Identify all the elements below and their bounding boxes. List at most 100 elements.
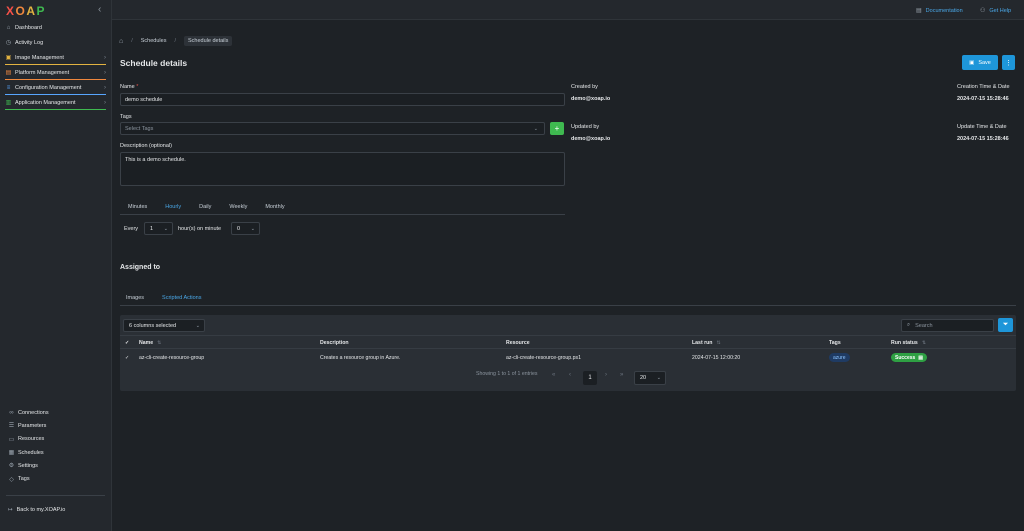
sort-icon: ⇅ [157,340,162,346]
sidebar-item-configuration-management[interactable]: ≡ Configuration Management › [0,80,112,95]
sidebar-item-activity-log[interactable]: ◷ Activity Log [0,35,112,50]
filter-button[interactable]: ⏷ [998,318,1013,332]
sort-icon: ⇅ [716,340,721,346]
save-button[interactable]: ▣ Save [962,55,998,70]
tags-select[interactable]: Select Tags ⌄ [120,122,545,135]
sidebar-item-tags[interactable]: ◇ Tags [0,472,112,485]
sidebar-item-label: Settings [18,462,38,469]
prev-page-icon[interactable]: ‹ [569,372,571,378]
columns-selected-label: 6 columns selected [129,322,177,329]
creation-time-label: Creation Time & Date [957,84,1010,90]
header-label: Description [320,340,349,346]
header-label: Run status [891,340,918,346]
documentation-link[interactable]: ▤ Documentation [916,7,963,15]
columns-select[interactable]: 6 columns selected ⌄ [123,319,205,332]
sidebar-item-label: Platform Management [15,69,70,76]
kebab-menu-icon: ⋮ [1005,59,1012,67]
minute-value: 0 [237,225,241,232]
sidebar-item-connections[interactable]: ∞ Connections [0,406,112,419]
log-icon[interactable]: ▤ [918,355,923,361]
chevron-down-icon: ⌄ [163,225,168,232]
save-icon: ▣ [969,59,975,66]
name-label: Name * [120,84,138,90]
chevron-down-icon: ⌄ [533,125,538,132]
help-icon: ⚇ [980,8,986,14]
description-label: Description (optional) [120,143,172,149]
more-options-button[interactable]: ⋮ [1002,55,1015,70]
creation-time-value: 2024-07-15 15:28:46 [957,96,1009,102]
sliders-icon: ≡ [6,84,11,91]
description-textarea[interactable]: This is a demo schedule. [120,152,565,186]
sort-icon: ⇅ [921,340,927,346]
sidebar-item-label: Image Management [15,54,64,61]
column-header-run-status[interactable]: Run status ⇅ [891,340,926,346]
get-help-label: Get Help [989,7,1012,14]
tab-monthly[interactable]: Monthly [256,200,293,214]
gear-icon: ⚙ [8,463,15,470]
tag-badge: azure [829,353,850,362]
sidebar-item-image-management[interactable]: ▣ Image Management › [0,50,112,65]
home-icon[interactable]: ⌂ [119,38,123,45]
sidebar-item-label: Parameters [18,422,47,429]
logo-letter: O [15,4,27,18]
sidebar-item-schedules[interactable]: ▦ Schedules [0,446,112,459]
update-time-label: Update Time & Date [957,124,1007,130]
last-page-icon[interactable]: » [620,372,623,378]
column-header-name[interactable]: Name ⇅ [139,340,162,346]
updated-by-label: Updated by [571,124,600,130]
page-size-select[interactable]: 20 ⌄ [634,371,666,385]
cell-name[interactable]: az-cli-create-resource-group [139,355,204,361]
tab-hourly[interactable]: Hourly [156,200,191,215]
next-page-icon[interactable]: › [605,372,607,378]
topbar: ▤ Documentation ⚇ Get Help [112,0,1024,20]
tab-scripted-actions[interactable]: Scripted Actions [153,291,211,306]
every-select[interactable]: 1 ⌄ [144,222,173,235]
sidebar-nav: ⌂ Dashboard ◷ Activity Log ▣ Image Manag… [0,20,112,110]
select-all-checkbox[interactable]: ✓ [125,340,129,346]
sidebar-item-platform-management[interactable]: ▤ Platform Management › [0,65,112,80]
header-divider [120,335,1016,336]
add-tag-button[interactable]: + [550,122,564,135]
column-header-last-run[interactable]: Last run ⇅ [692,340,721,346]
link-icon: ∞ [9,409,14,416]
chevron-down-icon: ⌄ [195,322,200,329]
row-checkbox[interactable]: ✓ [125,355,129,361]
collapse-sidebar-icon[interactable]: ‹ [98,4,101,15]
tab-weekly[interactable]: Weekly [220,200,256,214]
name-input[interactable]: demo schedule [120,93,565,106]
get-help-link[interactable]: ⚇ Get Help [980,7,1012,15]
list-icon: ☰ [8,423,15,430]
search-placeholder: Search [915,322,933,329]
frequency-tabs: Minutes Hourly Daily Weekly Monthly [119,200,294,215]
first-page-icon[interactable]: « [552,372,555,378]
tab-daily[interactable]: Daily [190,200,220,214]
chevron-right-icon: › [104,69,106,76]
name-value: demo schedule [125,96,163,103]
sidebar-item-settings[interactable]: ⚙ Settings [0,459,112,472]
sidebar-item-application-management[interactable]: ▥ Application Management › [0,95,112,110]
minute-label: hour(s) on minute [178,226,222,232]
current-page-button[interactable]: 1 [583,371,597,385]
image-icon: ▣ [5,55,12,61]
sidebar-item-dashboard[interactable]: ⌂ Dashboard [0,20,112,35]
logo-letter: P [36,4,47,18]
required-marker: * [136,84,139,90]
scripted-actions-table: 6 columns selected ⌄ ⌕ Search ⏷ ✓ Name ⇅ … [120,315,1016,391]
breadcrumb-schedules[interactable]: Schedules [141,38,167,44]
sidebar-item-label: Schedules [18,449,44,456]
filter-icon: ⏷ [1002,321,1009,328]
minute-select[interactable]: 0 ⌄ [231,222,260,235]
home-icon: ⌂ [6,24,11,31]
tab-images[interactable]: Images [117,291,153,305]
tab-minutes[interactable]: Minutes [119,200,156,214]
back-to-portal-link[interactable]: ↦ Back to my.XOAP.io [8,507,65,513]
xoap-logo[interactable]: XOAP [6,4,46,18]
sidebar-item-label: Dashboard [15,24,42,31]
back-label: Back to my.XOAP.io [16,507,66,513]
pagination-summary: Showing 1 to 1 of 1 entries [476,371,538,377]
sidebar-item-parameters[interactable]: ☰ Parameters [0,419,112,432]
sidebar-item-resources[interactable]: ▭ Resources [0,433,112,446]
header-label: Name [139,340,154,346]
header-label: Last run [692,340,713,346]
search-input[interactable]: ⌕ Search [901,319,994,332]
